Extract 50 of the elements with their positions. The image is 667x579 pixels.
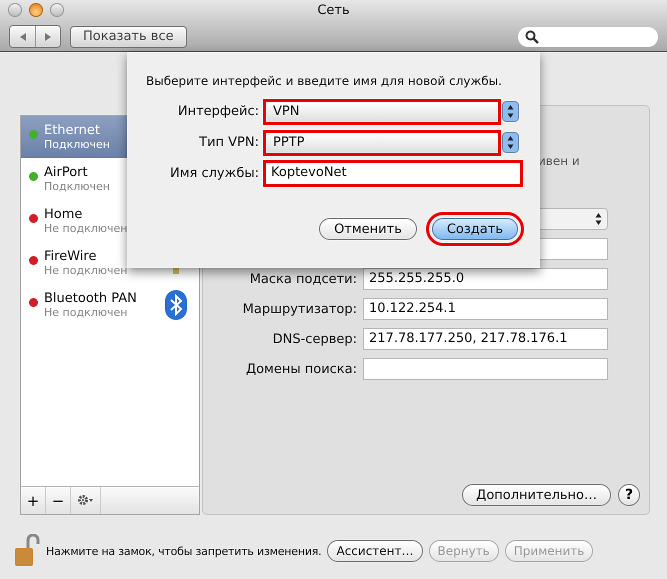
service-status: Не подключен: [44, 306, 128, 319]
close-button[interactable]: [29, 3, 43, 17]
input-field[interactable]: KoptevoNet: [265, 162, 521, 185]
bluetooth-icon: [165, 290, 187, 320]
lock-hint: Нажмите на замок, чтобы запретить изменения.: [46, 544, 322, 558]
field-label: Тип VPN:: [198, 135, 259, 150]
search-field[interactable]: [518, 26, 658, 46]
show-all-button[interactable]: Показать все: [70, 26, 187, 48]
gear-icon: [76, 494, 94, 506]
field-label: Маска подсети:: [250, 272, 357, 286]
service-status: Не подключен: [44, 264, 128, 277]
window-button[interactable]: [50, 3, 64, 17]
right-arrow-icon: [43, 32, 53, 42]
field-label: Интерфейс:: [176, 104, 259, 119]
left-arrow-icon: [18, 32, 28, 42]
input-field[interactable]: [363, 358, 608, 380]
window-title: Сеть: [317, 2, 350, 20]
service-name: FireWire: [44, 249, 98, 264]
back-button[interactable]: [10, 26, 35, 47]
popup-menu[interactable]: PPTP: [265, 132, 499, 154]
window-button[interactable]: [8, 3, 22, 17]
field-label: Маршрутизатор:: [242, 302, 357, 316]
field-label: Домены поиска:: [246, 362, 357, 376]
service-status: Подключен: [44, 138, 111, 151]
input-field[interactable]: 255.255.255.0: [363, 268, 608, 290]
service-name: Home: [44, 207, 84, 222]
service-item[interactable]: Bluetooth PAN Не подключен: [21, 284, 199, 326]
service-status: Не подключен: [44, 222, 128, 235]
input-field[interactable]: 217.78.177.250, 217.78.176.1: [363, 328, 608, 350]
field-label: Имя службы:: [168, 166, 259, 181]
service-name: AirPort: [44, 165, 89, 180]
service-name: Ethernet: [44, 123, 101, 138]
field-label: DNS-сервер:: [272, 332, 357, 346]
forward-button[interactable]: [35, 26, 60, 47]
stepper-icon: [595, 212, 602, 226]
sheet-prompt: Выберите интерфейс и введите имя для новой службы.: [145, 74, 503, 90]
dialog-button[interactable]: Отменить: [319, 218, 417, 240]
service-name: Bluetooth PAN: [44, 291, 138, 306]
help-button[interactable]: ?: [618, 484, 640, 506]
list-button[interactable]: +: [21, 487, 46, 514]
stepper-icon: [502, 132, 519, 153]
popup-menu[interactable]: VPN: [265, 100, 499, 122]
input-field[interactable]: 10.122.254.1: [363, 298, 608, 320]
search-icon: [525, 30, 539, 44]
padlock-icon: [14, 534, 40, 568]
stepper-icon: [502, 101, 519, 122]
service-status: Подключен: [44, 180, 111, 193]
footer-button[interactable]: Ассистент…: [327, 540, 422, 562]
advanced-button[interactable]: Дополнительно…: [462, 484, 611, 506]
list-button[interactable]: −: [46, 487, 71, 514]
